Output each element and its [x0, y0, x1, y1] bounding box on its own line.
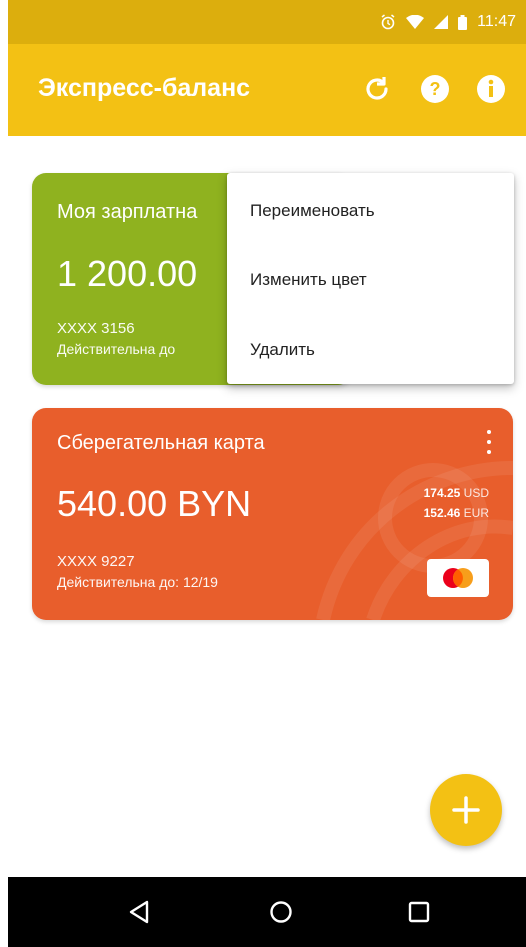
plus-icon	[452, 796, 480, 824]
card-validity: Действительна до	[57, 341, 176, 357]
converted-balance-eur: 152.46 EUR	[423, 506, 489, 520]
recents-icon[interactable]	[404, 897, 434, 927]
add-card-button[interactable]	[430, 774, 502, 846]
card-savings[interactable]: Сберегательная карта 540.00 BYN 174.25 U…	[32, 408, 513, 620]
signal-icon	[434, 15, 449, 29]
help-icon[interactable]: ?	[418, 72, 452, 106]
card-balance: 540.00 BYN	[57, 483, 252, 524]
app-title: Экспресс-баланс	[38, 74, 251, 102]
refresh-icon[interactable]	[360, 72, 394, 106]
status-bar: 11:47	[8, 0, 526, 44]
card-number: XXXX 9227	[57, 553, 135, 570]
card-number: XXXX 3156	[57, 320, 135, 337]
menu-item-delete[interactable]: Удалить	[250, 340, 315, 360]
wifi-icon	[406, 15, 425, 29]
status-time: 11:47	[477, 13, 516, 30]
info-icon[interactable]	[474, 72, 508, 106]
back-icon[interactable]	[124, 897, 154, 927]
card-menu-button[interactable]	[483, 428, 495, 456]
home-icon[interactable]	[266, 897, 296, 927]
menu-item-change-color[interactable]: Изменить цвет	[250, 270, 367, 290]
card-balance: 1 200.00	[57, 253, 198, 294]
alarm-icon	[380, 14, 396, 30]
converted-balance-usd: 174.25 USD	[423, 486, 489, 500]
system-nav-bar	[8, 877, 526, 947]
card-validity: Действительна до: 12/19	[57, 574, 218, 590]
battery-icon	[458, 14, 468, 30]
card-name: Моя зарплатна	[57, 201, 198, 223]
card-name: Сберегательная карта	[57, 432, 265, 454]
card-context-menu: Переименовать Изменить цвет Удалить	[227, 173, 514, 384]
app-toolbar: Экспресс-баланс ?	[8, 44, 526, 136]
svg-text:?: ?	[430, 79, 441, 99]
mastercard-icon	[427, 559, 489, 597]
menu-item-rename[interactable]: Переименовать	[250, 201, 375, 221]
